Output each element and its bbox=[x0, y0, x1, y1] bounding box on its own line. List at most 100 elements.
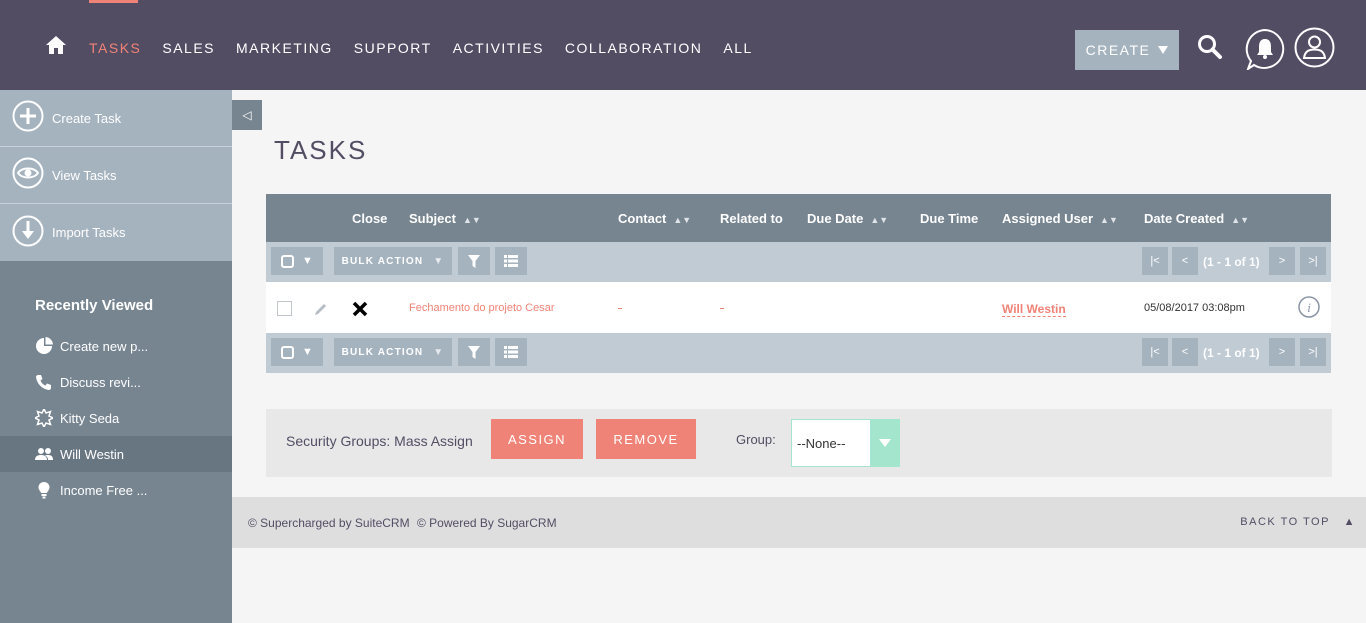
last-page-button[interactable]: >| bbox=[1300, 247, 1326, 275]
recent-item[interactable]: Discuss revi... bbox=[0, 364, 232, 400]
pagination-count: (1 - 1 of 1) bbox=[1203, 255, 1260, 269]
column-chooser-button[interactable] bbox=[495, 338, 527, 366]
caret-down-icon bbox=[1158, 46, 1169, 54]
svg-text:i: i bbox=[1307, 300, 1311, 315]
create-button[interactable]: CREATE bbox=[1075, 30, 1179, 70]
plus-circle-icon bbox=[12, 100, 44, 132]
nav-sales[interactable]: SALES bbox=[162, 40, 215, 56]
sort-icon[interactable]: ▲▼ bbox=[1100, 215, 1118, 225]
column-header-subject[interactable]: Subject ▲▼ bbox=[409, 211, 481, 226]
pagination-count: (1 - 1 of 1) bbox=[1203, 346, 1260, 360]
sidebar-action-import-tasks[interactable]: Import Tasks bbox=[0, 204, 232, 261]
sidebar-action-label: Create Task bbox=[52, 110, 122, 126]
lightbulb-icon bbox=[38, 482, 50, 499]
sort-icon[interactable]: ▲▼ bbox=[673, 215, 691, 225]
column-header-due-date[interactable]: Due Date ▲▼ bbox=[807, 211, 888, 226]
active-tab-indicator bbox=[89, 0, 138, 3]
recent-item-label: Will Westin bbox=[60, 446, 125, 462]
checkbox-icon bbox=[281, 254, 295, 268]
row-checkbox[interactable] bbox=[277, 301, 292, 316]
sidebar-action-create-task[interactable]: Create Task bbox=[0, 90, 232, 147]
sort-icon[interactable]: ▲▼ bbox=[870, 215, 888, 225]
pie-chart-icon bbox=[36, 337, 53, 354]
recent-item[interactable]: Kitty Seda bbox=[0, 400, 232, 436]
column-header-contact[interactable]: Contact ▲▼ bbox=[618, 211, 691, 226]
download-icon bbox=[12, 215, 44, 246]
search-icon[interactable] bbox=[1197, 34, 1223, 60]
task-subject-link[interactable]: Fechamento do projeto Cesar bbox=[409, 302, 555, 314]
back-to-top-link[interactable]: BACK TO TOP ▲ bbox=[1240, 516, 1356, 528]
caret-down-icon: ▼ bbox=[302, 255, 313, 267]
sidebar-action-label: View Tasks bbox=[52, 167, 117, 183]
recent-item-label: Income Free ... bbox=[60, 482, 148, 498]
remove-button[interactable]: REMOVE bbox=[596, 419, 696, 459]
column-chooser-button[interactable] bbox=[495, 247, 527, 275]
column-chooser-icon bbox=[504, 255, 518, 267]
sidebar-action-label: Import Tasks bbox=[52, 225, 126, 240]
home-icon[interactable] bbox=[45, 35, 67, 55]
column-header-assigned-user[interactable]: Assigned User ▲▼ bbox=[1002, 211, 1118, 226]
nav-all[interactable]: ALL bbox=[723, 40, 752, 56]
column-header-related-to: Related to bbox=[720, 211, 783, 226]
next-page-button[interactable]: > bbox=[1269, 247, 1295, 275]
notifications-bell-icon[interactable] bbox=[1244, 28, 1286, 70]
table-header: Close Subject ▲▼ Contact ▲▼ Related to Due… bbox=[266, 194, 1331, 242]
column-chooser-icon bbox=[504, 346, 518, 358]
edit-pencil-icon[interactable] bbox=[314, 302, 328, 316]
bulk-action-button[interactable]: BULK ACTION ▼ bbox=[334, 247, 452, 275]
recent-item[interactable]: Income Free ... bbox=[0, 472, 232, 508]
nav-collaboration[interactable]: COLLABORATION bbox=[565, 40, 703, 56]
first-page-button[interactable]: |< bbox=[1142, 338, 1168, 366]
caret-down-icon: ▼ bbox=[302, 346, 313, 358]
nav-support[interactable]: SUPPORT bbox=[354, 40, 432, 56]
select-all-dropdown[interactable]: ▼ bbox=[271, 247, 323, 275]
previous-page-button[interactable]: < bbox=[1172, 247, 1198, 275]
next-page-button[interactable]: > bbox=[1269, 338, 1295, 366]
assign-button[interactable]: ASSIGN bbox=[491, 419, 583, 459]
table-row[interactable]: Fechamento do projeto Cesar Will Westin … bbox=[266, 282, 1331, 333]
sidebar-action-view-tasks[interactable]: View Tasks bbox=[0, 147, 232, 204]
recent-item-label: Kitty Seda bbox=[60, 410, 120, 426]
first-page-button[interactable]: |< bbox=[1142, 247, 1168, 275]
arrow-up-icon: ▲ bbox=[1343, 516, 1356, 528]
related-to-link[interactable] bbox=[720, 308, 724, 309]
bulk-action-button[interactable]: BULK ACTION ▼ bbox=[334, 338, 452, 366]
pagination-row-bottom: ▼ BULK ACTION ▼ |< < (1 - 1 of 1) > >| bbox=[266, 333, 1331, 373]
group-select[interactable]: --None-- bbox=[791, 419, 900, 467]
nav-tasks[interactable]: TASKS bbox=[89, 40, 141, 56]
eye-icon bbox=[12, 157, 44, 189]
chevron-down-icon bbox=[870, 420, 899, 466]
filter-button[interactable] bbox=[458, 247, 490, 275]
contact-link[interactable] bbox=[618, 308, 622, 309]
info-icon[interactable]: i bbox=[1298, 296, 1320, 318]
previous-page-button[interactable]: < bbox=[1172, 338, 1198, 366]
checkbox-icon bbox=[281, 345, 295, 359]
assigned-user-link[interactable]: Will Westin bbox=[1002, 302, 1066, 317]
column-header-date-created[interactable]: Date Created ▲▼ bbox=[1144, 211, 1249, 226]
recent-item[interactable]: Will Westin bbox=[0, 436, 232, 472]
close-task-x-icon[interactable] bbox=[352, 301, 368, 317]
bulk-action-label: BULK ACTION bbox=[341, 346, 424, 358]
sort-icon[interactable]: ▲▼ bbox=[1231, 215, 1249, 225]
suitecrm-credit-link[interactable]: © Supercharged by SuiteCRM bbox=[248, 516, 410, 530]
security-groups-label: Security Groups: Mass Assign bbox=[286, 433, 473, 449]
sort-icon[interactable]: ▲▼ bbox=[463, 215, 481, 225]
star-badge-icon bbox=[35, 409, 53, 427]
top-navigation-bar: TASKS SALES MARKETING SUPPORT ACTIVITIES… bbox=[0, 0, 1366, 90]
nav-activities[interactable]: ACTIVITIES bbox=[453, 40, 544, 56]
filter-icon bbox=[468, 254, 480, 268]
recent-item[interactable]: Create new p... bbox=[0, 328, 232, 364]
nav-marketing[interactable]: MARKETING bbox=[236, 40, 333, 56]
user-profile-icon[interactable] bbox=[1294, 27, 1335, 68]
footer: © Supercharged by SuiteCRM © Powered By … bbox=[232, 497, 1366, 548]
sugarcrm-credit-link[interactable]: © Powered By SugarCRM bbox=[417, 516, 557, 530]
select-all-dropdown[interactable]: ▼ bbox=[271, 338, 323, 366]
last-page-button[interactable]: >| bbox=[1300, 338, 1326, 366]
create-label: CREATE bbox=[1085, 42, 1151, 58]
phone-icon bbox=[36, 375, 51, 390]
sidebar: Create Task View Tasks Import Tasks Rece… bbox=[0, 90, 232, 623]
security-groups-mass-assign: Security Groups: Mass Assign ASSIGN REMO… bbox=[266, 409, 1332, 477]
main-nav: TASKS SALES MARKETING SUPPORT ACTIVITIES… bbox=[89, 40, 774, 56]
filter-button[interactable] bbox=[458, 338, 490, 366]
collapse-sidebar-button[interactable]: ◁ bbox=[232, 100, 262, 130]
